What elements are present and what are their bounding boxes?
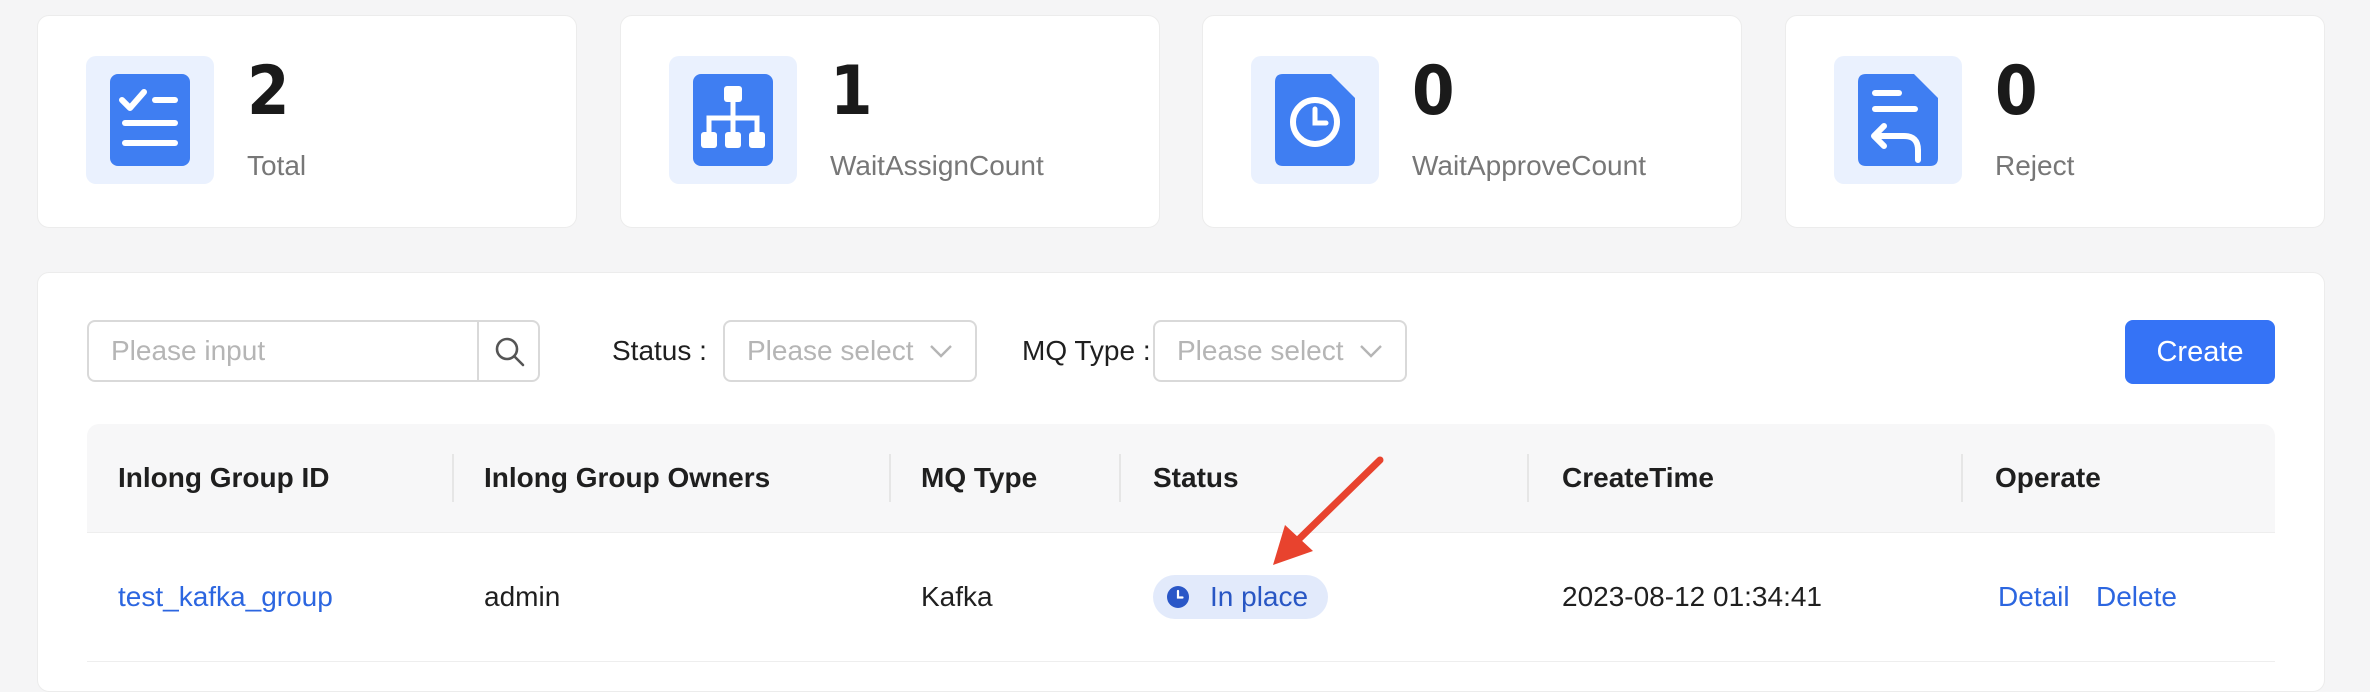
status-select[interactable]: Please select xyxy=(723,320,977,382)
stat-value: 0 xyxy=(1412,52,1455,131)
stat-card-reject: 0 Reject xyxy=(1785,15,2325,228)
checklist-icon xyxy=(86,56,214,184)
filter-toolbar: Status : Please select MQ Type : Please … xyxy=(87,320,2275,384)
column-divider xyxy=(1961,454,1963,502)
stat-card-total: 2 Total xyxy=(37,15,577,228)
stat-label: Total xyxy=(247,150,307,181)
return-document-icon xyxy=(1834,56,1962,184)
group-list-panel: Status : Please select MQ Type : Please … xyxy=(37,272,2325,692)
stat-label: WaitApproveCount xyxy=(1412,150,1646,181)
mq-type-select[interactable]: Please select xyxy=(1153,320,1407,382)
status-select-placeholder: Please select xyxy=(747,335,914,366)
column-divider xyxy=(452,454,454,502)
chevron-down-icon xyxy=(1360,345,1382,358)
mq-type-filter-label: MQ Type : xyxy=(1022,335,1151,366)
clock-document-icon xyxy=(1251,56,1379,184)
column-header-status: Status xyxy=(1153,462,1239,493)
owners-cell: admin xyxy=(484,581,561,612)
annotation-arrow xyxy=(1273,456,1384,565)
stat-label: Reject xyxy=(1995,150,2075,181)
group-table: Inlong Group ID Inlong Group Owners MQ T… xyxy=(87,424,2275,662)
detail-link[interactable]: Detail xyxy=(1998,533,2070,661)
status-filter-label-text: Status xyxy=(612,335,692,366)
mq-type-select-placeholder: Please select xyxy=(1177,335,1344,366)
column-divider xyxy=(1119,454,1121,502)
search-button[interactable] xyxy=(477,320,540,382)
chevron-down-icon xyxy=(930,345,952,358)
column-divider xyxy=(1527,454,1529,502)
column-header-group-id: Inlong Group ID xyxy=(118,462,330,493)
column-header-operate: Operate xyxy=(1995,462,2101,493)
create-time-cell: 2023-08-12 01:34:41 xyxy=(1562,581,1822,612)
search-input[interactable] xyxy=(87,320,478,382)
table-row: test_kafka_group admin Kafka In place 20… xyxy=(87,533,2275,662)
column-header-mq-type: MQ Type xyxy=(921,462,1038,493)
status-badge: In place xyxy=(1153,575,1328,619)
search-icon xyxy=(495,337,525,367)
create-button[interactable]: Create xyxy=(2125,320,2275,384)
mq-type-cell: Kafka xyxy=(921,581,993,612)
column-header-owners: Inlong Group Owners xyxy=(484,462,771,493)
delete-link[interactable]: Delete xyxy=(2096,533,2177,661)
stats-row: 2 Total 1 WaitAssignCount 0 WaitApproveC… xyxy=(37,15,2325,228)
stat-value: 2 xyxy=(247,52,290,131)
stat-value: 0 xyxy=(1995,52,2038,131)
stat-card-wait-approve: 0 WaitApproveCount xyxy=(1202,15,1742,228)
group-id-link[interactable]: test_kafka_group xyxy=(118,533,333,661)
table-header: Inlong Group ID Inlong Group Owners MQ T… xyxy=(87,424,2275,533)
stat-value: 1 xyxy=(830,52,873,131)
status-filter-label: Status : xyxy=(612,335,707,366)
status-text: In place xyxy=(1210,581,1309,612)
stat-label: WaitAssignCount xyxy=(830,150,1044,181)
org-chart-icon xyxy=(669,56,797,184)
column-divider xyxy=(889,454,891,502)
column-header-create-time: CreateTime xyxy=(1562,462,1715,493)
stat-card-wait-assign: 1 WaitAssignCount xyxy=(620,15,1160,228)
mq-type-filter-label-text: MQ Type xyxy=(1022,335,1136,366)
clock-icon xyxy=(1167,586,1189,608)
